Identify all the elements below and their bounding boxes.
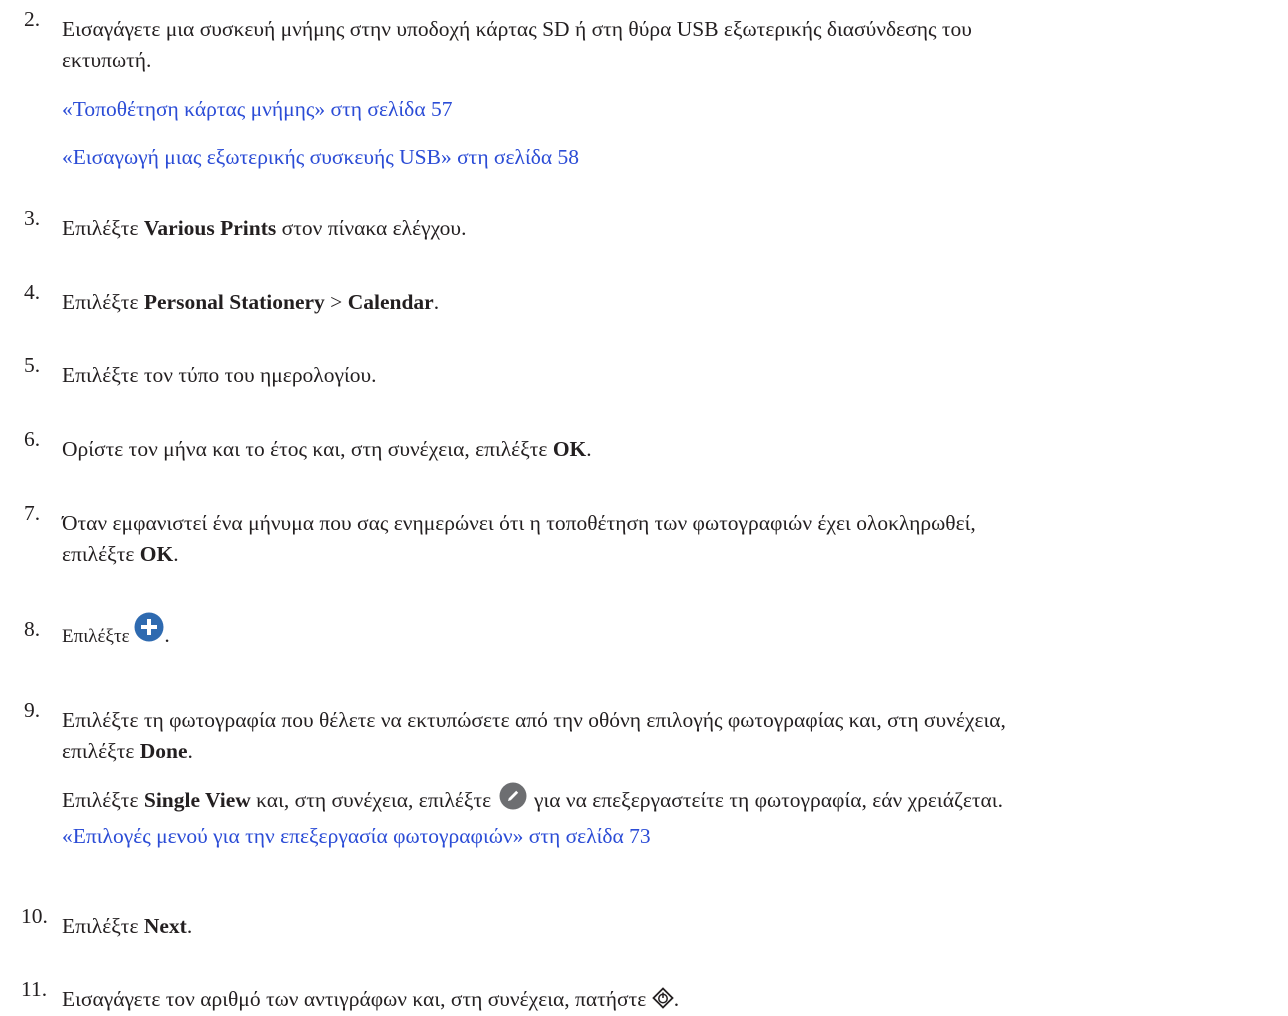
step-number: 4. — [24, 280, 41, 304]
step-9: 9. Επιλέξτε τη φωτογραφία που θέλετε να … — [24, 698, 1284, 852]
step-text: Επιλέξτε — [62, 914, 144, 938]
step-text: Επιλέξτε τον τύπο του ημερολογίου. — [62, 363, 377, 387]
link-insert-usb-device[interactable]: «Εισαγωγή μιας εξωτερικής συσκευής USB» … — [62, 142, 1284, 173]
menu-label: Done — [139, 739, 188, 763]
step-5: 5. Επιλέξτε τον τύπο του ημερολογίου. — [24, 353, 1284, 391]
step-text: . — [173, 542, 179, 566]
step-text: και, στη συνέχεια, επιλέξτε — [250, 788, 497, 812]
step-text: στον πίνακα ελέγχου. — [276, 216, 467, 240]
step-text: . — [433, 290, 440, 314]
step-number: 6. — [24, 427, 41, 451]
step-text: Εισαγάγετε μια συσκευή μνήμης στην υποδο… — [62, 17, 972, 41]
step-11: 11. Εισαγάγετε τον αριθμό των αντιγράφων… — [21, 977, 1284, 1015]
step-text: . — [673, 987, 680, 1011]
menu-label: OK — [552, 437, 587, 461]
menu-label: Various Prints — [143, 216, 277, 240]
menu-label: OK — [139, 542, 174, 566]
step-number: 3. — [24, 206, 41, 230]
step-number: 8. — [24, 617, 41, 641]
step-text: Ορίστε τον μήνα και το έτος και, στη συν… — [62, 437, 553, 461]
step-text: Επιλέξτε — [62, 290, 144, 314]
step-number: 9. — [24, 698, 41, 722]
step-text: . — [186, 914, 193, 938]
step-text: επιλέξτε — [62, 739, 140, 763]
link-insert-memory-card[interactable]: «Τοποθέτηση κάρτας μνήμης» στη σελίδα 57 — [62, 94, 1284, 125]
step-text: Επιλέξτε — [62, 626, 135, 647]
step-10: 10. Επιλέξτε Next. — [21, 904, 1284, 942]
separator: > — [324, 290, 348, 314]
pencil-circle-icon — [499, 782, 527, 810]
step-text: Επιλέξτε — [62, 788, 144, 812]
step-text: . — [187, 739, 193, 763]
step-text: . — [586, 437, 592, 461]
plus-circle-icon — [134, 612, 164, 642]
step-text: Όταν εμφανιστεί ένα μήνυμα που σας ενημε… — [62, 511, 976, 535]
menu-label: Personal Stationery — [143, 290, 325, 314]
step-4: 4. Επιλέξτε Personal Stationery > Calend… — [24, 280, 1284, 318]
step-8: 8. Επιλέξτε . — [24, 612, 1284, 652]
step-2: 2. Εισαγάγετε μια συσκευή μνήμης στην υπ… — [24, 7, 1284, 173]
step-text: Επιλέξτε — [62, 216, 144, 240]
step-text: Επιλέξτε τη φωτογραφία που θέλετε να εκτ… — [62, 708, 1006, 732]
step-number: 11. — [21, 977, 48, 1001]
menu-label: Next — [143, 914, 187, 938]
start-diamond-icon — [651, 987, 674, 1009]
step-6: 6. Ορίστε τον μήνα και το έτος και, στη … — [24, 427, 1284, 465]
step-text: για να επεξεργαστείτε τη φωτογραφία, εάν… — [528, 788, 1003, 812]
step-number: 5. — [24, 353, 41, 377]
step-text: . — [164, 623, 170, 647]
step-number: 10. — [21, 904, 48, 928]
step-number: 7. — [24, 501, 41, 525]
link-photo-edit-menu[interactable]: «Επιλογές μενού για την επεξεργασία φωτο… — [62, 821, 1284, 852]
menu-label: Single View — [143, 788, 251, 812]
step-text: Εισαγάγετε τον αριθμό των αντιγράφων και… — [62, 987, 652, 1011]
step-text: επιλέξτε — [62, 542, 140, 566]
step-number: 2. — [24, 7, 41, 31]
menu-label: Calendar — [347, 290, 434, 314]
step-3: 3. Επιλέξτε Various Prints στον πίνακα ε… — [24, 206, 1284, 244]
step-text: εκτυπωτή. — [62, 48, 152, 72]
step-7: 7. Όταν εμφανιστεί ένα μήνυμα που σας εν… — [24, 501, 1284, 570]
